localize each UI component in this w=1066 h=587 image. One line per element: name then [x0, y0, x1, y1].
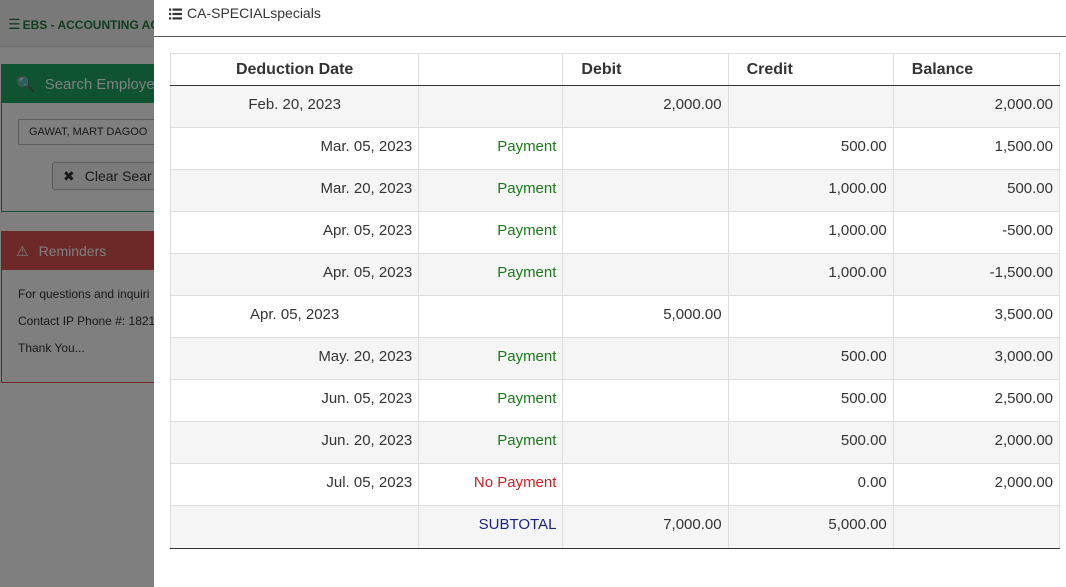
cell-credit: 500.00 [727, 379, 894, 422]
cell-balance: -500.00 [892, 211, 1061, 254]
cell-status: Payment [418, 337, 564, 380]
cell-date: Mar. 20, 2023 [169, 169, 420, 212]
table-row: Apr. 05, 2023 Payment 1,000.00 -500.00 [169, 211, 1061, 254]
subtotal-row: SUBTOTAL 7,000.00 5,000.00 [169, 505, 1061, 549]
header-debit: Debit [562, 53, 729, 86]
cell-balance: -1,500.00 [892, 253, 1061, 296]
cell-debit [562, 337, 729, 380]
header-status [418, 53, 564, 86]
deduction-ledger-table: Deduction Date Debit Credit Balance Feb.… [169, 53, 1061, 549]
cell-debit [562, 253, 729, 296]
cell-debit [562, 127, 729, 170]
cell-debit [562, 463, 729, 506]
cell-debit [562, 421, 729, 464]
cell-debit: 2,000.00 [562, 85, 729, 128]
table-row: Jun. 20, 2023 Payment 500.00 2,000.00 [169, 421, 1061, 464]
cell-status: Payment [418, 421, 564, 464]
subtotal-label: SUBTOTAL [418, 505, 564, 549]
header-deduction-date: Deduction Date [169, 53, 420, 86]
cell-credit: 500.00 [727, 337, 894, 380]
cell-status: Payment [418, 127, 564, 170]
list-icon [169, 7, 182, 25]
header-balance: Balance [892, 53, 1061, 86]
cell-status [418, 85, 564, 128]
cell-date: Apr. 05, 2023 [169, 211, 420, 254]
cell-credit [727, 295, 894, 338]
cell-status: Payment [418, 169, 564, 212]
cell-debit [562, 169, 729, 212]
cell-date: Mar. 05, 2023 [169, 127, 420, 170]
cell-balance: 3,000.00 [892, 337, 1061, 380]
cell-balance: 2,000.00 [892, 421, 1061, 464]
cell-credit: 1,000.00 [727, 169, 894, 212]
cell-balance: 2,000.00 [892, 463, 1061, 506]
table-row: May. 20, 2023 Payment 500.00 3,000.00 [169, 337, 1061, 380]
table-row: Jul. 05, 2023 No Payment 0.00 2,000.00 [169, 463, 1061, 506]
cell-status: Payment [418, 253, 564, 296]
cell-credit: 0.00 [727, 463, 894, 506]
cell-status: No Payment [418, 463, 564, 506]
cell-balance: 1,500.00 [892, 127, 1061, 170]
table-row: Mar. 05, 2023 Payment 500.00 1,500.00 [169, 127, 1061, 170]
cell-debit: 5,000.00 [562, 295, 729, 338]
cell-credit: 500.00 [727, 127, 894, 170]
modal-title: CA-SPECIALspecials [187, 5, 321, 21]
cell-balance: 3,500.00 [892, 295, 1061, 338]
cell-credit: 1,000.00 [727, 253, 894, 296]
cell-credit: 1,000.00 [727, 211, 894, 254]
cell-balance: 2,000.00 [892, 85, 1061, 128]
subtotal-debit: 7,000.00 [562, 505, 729, 549]
cell-status: Payment [418, 379, 564, 422]
cell-balance: 500.00 [892, 169, 1061, 212]
table-row: Feb. 20, 2023 2,000.00 2,000.00 [169, 85, 1061, 128]
cell-date: Apr. 05, 2023 [169, 253, 420, 296]
header-credit: Credit [727, 53, 894, 86]
table-header-row: Deduction Date Debit Credit Balance [169, 53, 1061, 86]
ledger-modal: CA-SPECIALspecials Deduction Date Debit … [154, 0, 1066, 587]
cell-status: Payment [418, 211, 564, 254]
cell-credit [727, 85, 894, 128]
cell-date: Jul. 05, 2023 [169, 463, 420, 506]
cell-date: Jun. 05, 2023 [169, 379, 420, 422]
cell-credit: 500.00 [727, 421, 894, 464]
cell-status [418, 295, 564, 338]
table-row: Apr. 05, 2023 5,000.00 3,500.00 [169, 295, 1061, 338]
table-row: Jun. 05, 2023 Payment 500.00 2,500.00 [169, 379, 1061, 422]
table-row: Apr. 05, 2023 Payment 1,000.00 -1,500.00 [169, 253, 1061, 296]
cell-debit [562, 379, 729, 422]
cell-balance: 2,500.00 [892, 379, 1061, 422]
cell-date: Jun. 20, 2023 [169, 421, 420, 464]
cell-balance [892, 505, 1061, 549]
cell-debit [562, 211, 729, 254]
cell-date: Feb. 20, 2023 [169, 85, 420, 128]
cell-date [169, 505, 420, 549]
modal-header: CA-SPECIALspecials [154, 0, 1066, 37]
cell-date: May. 20, 2023 [169, 337, 420, 380]
cell-date: Apr. 05, 2023 [169, 295, 420, 338]
subtotal-credit: 5,000.00 [727, 505, 894, 549]
table-row: Mar. 20, 2023 Payment 1,000.00 500.00 [169, 169, 1061, 212]
